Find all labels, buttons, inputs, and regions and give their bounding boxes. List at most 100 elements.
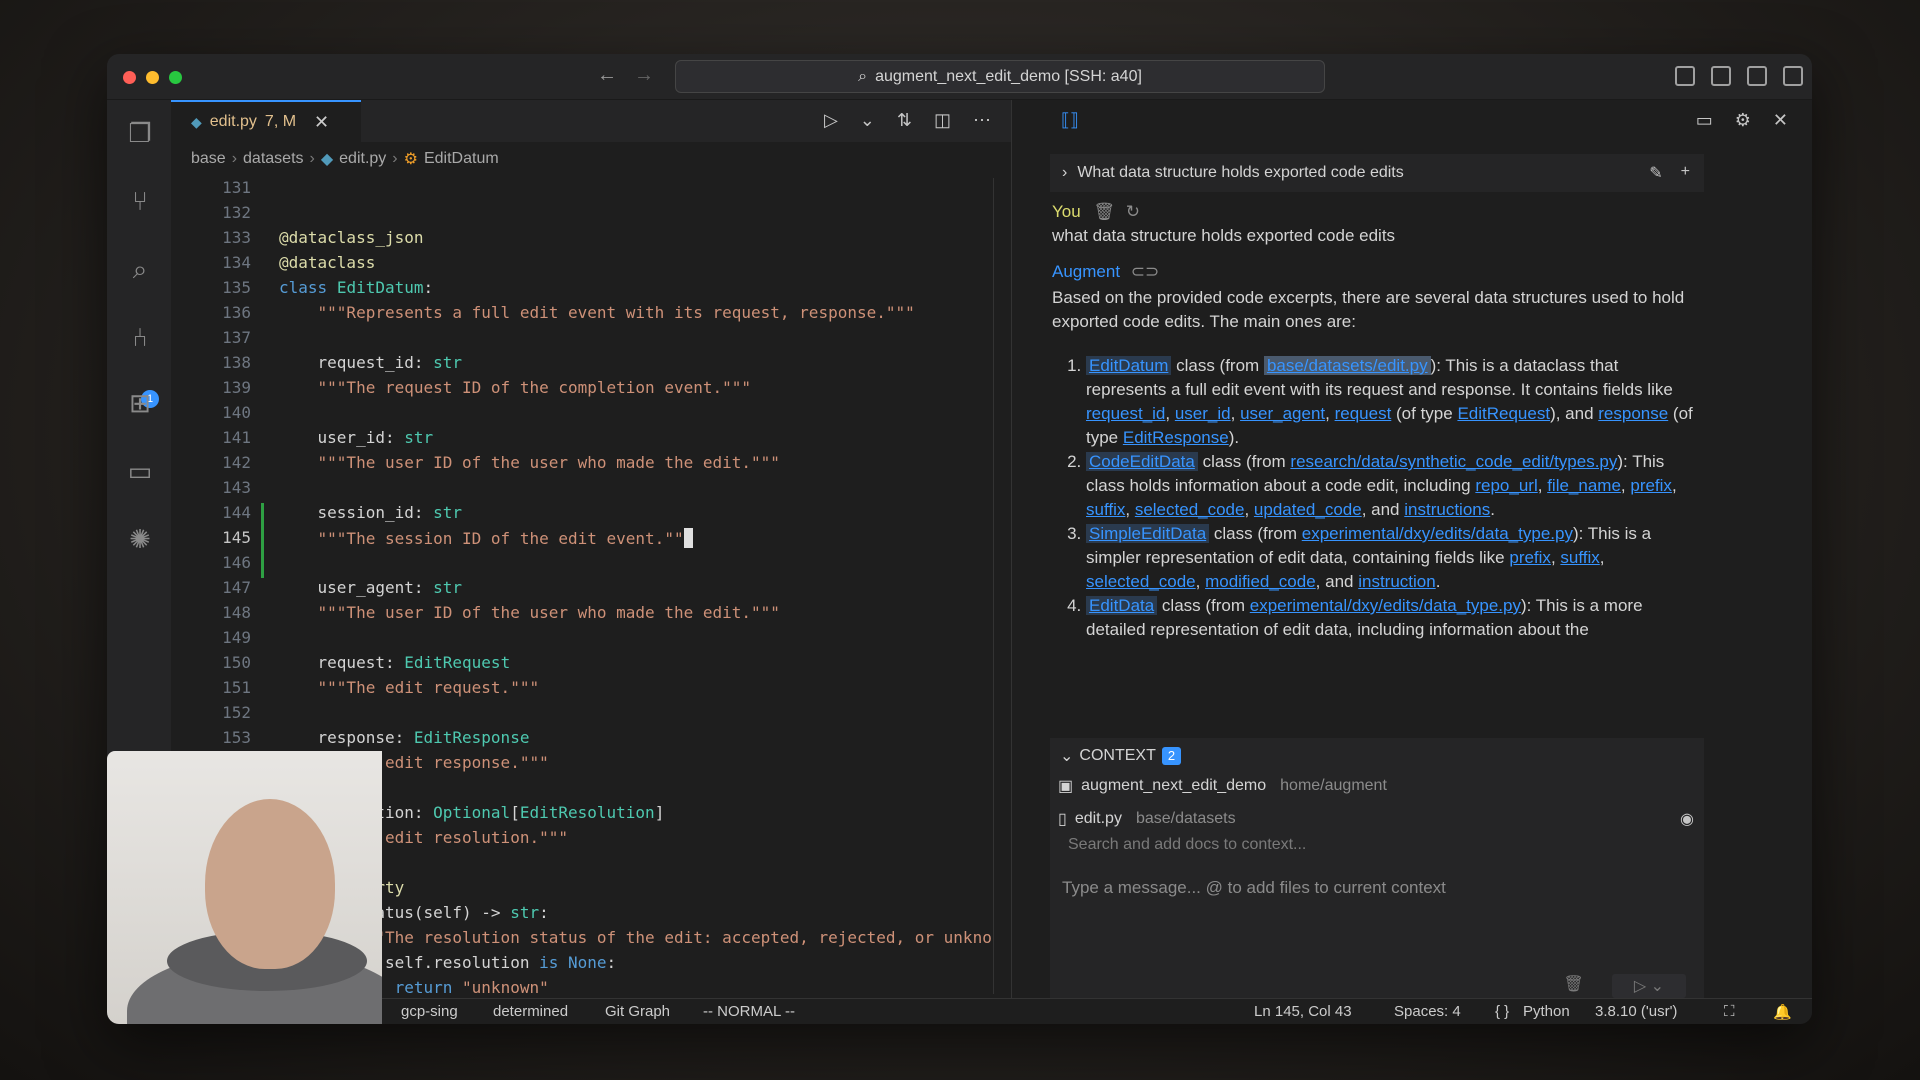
run-icon[interactable]: ▷: [824, 110, 838, 131]
edit-icon[interactable]: ✎: [1649, 163, 1662, 183]
maximize-window-button[interactable]: [169, 71, 182, 84]
file-link[interactable]: research/data/synthetic_code_edit/types.…: [1290, 452, 1617, 471]
code-line[interactable]: 136 """Represents a full edit event with…: [171, 303, 991, 328]
field-link[interactable]: repo_url: [1475, 476, 1537, 495]
field-link[interactable]: updated_code: [1254, 500, 1362, 519]
link-icon[interactable]: ⊂⊃: [1131, 262, 1160, 281]
field-link[interactable]: user_id: [1175, 404, 1231, 423]
code-line[interactable]: 153 response: EditResponse: [171, 728, 991, 753]
file-link[interactable]: experimental/dxy/edits/data_type.py: [1250, 596, 1521, 615]
new-chat-icon[interactable]: ▭: [1696, 110, 1713, 131]
split-editor-icon[interactable]: ◫: [934, 110, 951, 131]
eye-icon[interactable]: ◉: [1680, 809, 1694, 829]
close-icon[interactable]: ✕: [1773, 110, 1788, 131]
status-item[interactable]: determined: [493, 1003, 568, 1020]
breadcrumb-item[interactable]: datasets: [243, 150, 303, 168]
field-link[interactable]: request: [1335, 404, 1392, 423]
context-header[interactable]: ⌄ CONTEXT 2: [1060, 746, 1182, 766]
minimize-window-button[interactable]: [146, 71, 159, 84]
bell-icon[interactable]: 🔔: [1773, 1003, 1792, 1021]
field-link[interactable]: file_name: [1547, 476, 1621, 495]
chevron-down-icon[interactable]: ⌄: [860, 110, 875, 131]
source-control-graph-icon[interactable]: ⑂: [125, 186, 155, 216]
breadcrumb-item[interactable]: edit.py: [339, 150, 386, 168]
command-center-search[interactable]: ⌕ augment_next_edit_demo [SSH: a40]: [675, 60, 1325, 93]
field-link[interactable]: selected_code: [1086, 572, 1196, 591]
augment-icon[interactable]: ✺: [125, 524, 155, 554]
field-link[interactable]: response: [1598, 404, 1668, 423]
code-line[interactable]: 131: [171, 178, 991, 203]
source-control-icon[interactable]: ⑃: [125, 322, 155, 352]
message-input[interactable]: Type a message... @ to add files to curr…: [1062, 878, 1446, 898]
code-line[interactable]: 149: [171, 628, 991, 653]
close-icon[interactable]: ✕: [314, 112, 329, 133]
customize-layout-icon[interactable]: [1783, 66, 1803, 86]
gear-icon[interactable]: ⚙: [1735, 110, 1751, 131]
field-link[interactable]: instructions: [1404, 500, 1490, 519]
field-link[interactable]: request_id: [1086, 404, 1165, 423]
code-line[interactable]: 133 @dataclass_json: [171, 228, 991, 253]
symbol-link[interactable]: EditDatum: [1086, 356, 1172, 375]
field-link[interactable]: prefix: [1630, 476, 1672, 495]
status-item[interactable]: gcp-sing: [401, 1003, 458, 1020]
tab-edit-py[interactable]: ◆ edit.py 7, M ✕: [171, 100, 361, 142]
code-line[interactable]: 145 """The session ID of the edit event.…: [171, 528, 991, 553]
close-window-button[interactable]: [123, 71, 136, 84]
symbol-link[interactable]: CodeEditData: [1086, 452, 1198, 471]
code-line[interactable]: 142 """The user ID of the user who made …: [171, 453, 991, 478]
code-line[interactable]: 148 """The user ID of the user who made …: [171, 603, 991, 628]
field-link[interactable]: instruction: [1358, 572, 1435, 591]
open-changes-icon[interactable]: ⇅: [897, 110, 912, 131]
code-line[interactable]: 137: [171, 328, 991, 353]
code-line[interactable]: 134 @dataclass: [171, 253, 991, 278]
language-mode[interactable]: Python: [1523, 1003, 1570, 1020]
trash-icon[interactable]: 🗑: [1564, 974, 1584, 998]
code-line[interactable]: 141 user_id: str: [171, 428, 991, 453]
extensions-icon[interactable]: ⊞: [125, 388, 155, 418]
field-link[interactable]: user_agent: [1240, 404, 1325, 423]
field-link[interactable]: suffix: [1560, 548, 1599, 567]
python-interpreter[interactable]: 3.8.10 ('usr'): [1595, 1003, 1677, 1020]
code-line[interactable]: 152: [171, 703, 991, 728]
field-link[interactable]: suffix: [1086, 500, 1125, 519]
field-link[interactable]: prefix: [1509, 548, 1551, 567]
forward-arrow-icon[interactable]: →: [634, 64, 654, 87]
field-link[interactable]: selected_code: [1135, 500, 1245, 519]
back-arrow-icon[interactable]: ←: [597, 64, 617, 87]
symbol-link[interactable]: SimpleEditData: [1086, 524, 1210, 543]
code-line[interactable]: 150 request: EditRequest: [171, 653, 991, 678]
code-line[interactable]: 138 request_id: str: [171, 353, 991, 378]
code-line[interactable]: 135 class EditDatum:: [171, 278, 991, 303]
code-line[interactable]: 140: [171, 403, 991, 428]
type-link[interactable]: EditResponse: [1123, 428, 1229, 447]
code-line[interactable]: 151 """The edit request.""": [171, 678, 991, 703]
symbol-link[interactable]: EditData: [1086, 596, 1158, 615]
breadcrumb-item[interactable]: EditDatum: [424, 150, 499, 168]
code-line[interactable]: 143: [171, 478, 991, 503]
code-line[interactable]: 146: [171, 553, 991, 578]
file-link[interactable]: base/datasets/edit.py: [1263, 356, 1431, 375]
breadcrumb-item[interactable]: base: [191, 150, 226, 168]
toggle-panel-icon[interactable]: [1711, 66, 1731, 86]
code-line[interactable]: 144 session_id: str: [171, 503, 991, 528]
search-icon[interactable]: ⌕: [125, 254, 155, 284]
toggle-secondary-sidebar-icon[interactable]: [1747, 66, 1767, 86]
cursor-position[interactable]: Ln 145, Col 43: [1254, 1003, 1352, 1020]
context-item-file[interactable]: ▯ edit.py base/datasets ◉: [1058, 809, 1694, 829]
explorer-icon[interactable]: ❐: [125, 118, 155, 148]
context-item-workspace[interactable]: ▣ augment_next_edit_demo home/augment: [1058, 776, 1387, 796]
code-line[interactable]: 132: [171, 203, 991, 228]
code-line[interactable]: 139 """The request ID of the completion …: [171, 378, 991, 403]
send-button[interactable]: ▷ ⌄: [1611, 974, 1686, 998]
field-link[interactable]: modified_code: [1205, 572, 1316, 591]
toggle-sidebar-icon[interactable]: [1675, 66, 1695, 86]
trash-icon[interactable]: 🗑: [1093, 202, 1115, 221]
status-item[interactable]: Git Graph: [605, 1003, 670, 1020]
file-link[interactable]: experimental/dxy/edits/data_type.py: [1302, 524, 1573, 543]
remote-explorer-icon[interactable]: ▭: [125, 456, 155, 486]
more-actions-icon[interactable]: ⋯: [973, 110, 991, 131]
retry-icon[interactable]: ↻: [1126, 202, 1140, 221]
layout-icon[interactable]: ⛶: [1724, 1003, 1735, 1020]
thread-title-bar[interactable]: › What data structure holds exported cod…: [1050, 154, 1704, 192]
code-line[interactable]: 147 user_agent: str: [171, 578, 991, 603]
